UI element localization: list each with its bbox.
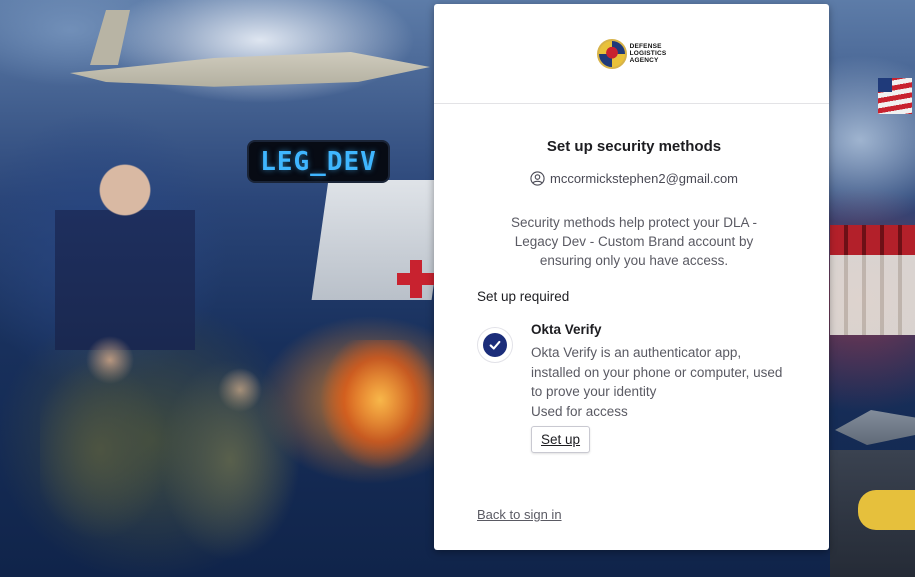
- user-email: mccormickstephen2@gmail.com: [549, 171, 739, 186]
- red-cross-graphic: [397, 273, 435, 285]
- authenticator-usage: Used for access: [531, 403, 628, 419]
- card-body: Set up security methods mccormickstephen…: [434, 138, 829, 453]
- setup-button[interactable]: Set up: [531, 426, 591, 453]
- soldiers-graphic: [40, 330, 300, 577]
- okta-verify-logo: [477, 327, 513, 363]
- brand-logo: DEFENSE LOGISTICS AGENCY: [596, 38, 667, 69]
- back-to-sign-in-link[interactable]: Back to sign in: [477, 507, 562, 522]
- page-title: Set up security methods: [546, 138, 722, 155]
- authenticator-description: Okta Verify is an authenticator app, ins…: [531, 345, 783, 399]
- card-header: DEFENSE LOGISTICS AGENCY: [434, 4, 829, 104]
- worker-graphic: [55, 150, 195, 350]
- brand-line-2: LOGISTICS: [629, 50, 667, 57]
- section-label: Set up required: [477, 289, 570, 304]
- brand-line-1: DEFENSE: [629, 43, 662, 50]
- user-identity: mccormickstephen2@gmail.com: [477, 171, 791, 186]
- vial-caps-graphic: [830, 225, 915, 255]
- authenticator-okta-verify: Okta Verify Okta Verify is an authentica…: [477, 322, 791, 453]
- brand-text: DEFENSE LOGISTICS AGENCY: [630, 43, 667, 64]
- login-card: DEFENSE LOGISTICS AGENCY Set up security…: [434, 4, 829, 550]
- yellow-equipment-graphic: [858, 490, 915, 530]
- environment-badge: LEG_DEV: [247, 140, 390, 183]
- dla-seal-icon: [596, 38, 627, 69]
- authenticator-name: Okta Verify: [531, 322, 602, 337]
- authenticator-info: Okta Verify Okta Verify is an authentica…: [531, 322, 791, 453]
- user-icon: [530, 171, 545, 186]
- okta-verify-icon: [483, 333, 507, 357]
- firefighters-graphic: [290, 340, 435, 510]
- brand-line-3: AGENCY: [629, 57, 659, 64]
- flag-canton-graphic: [878, 78, 892, 92]
- security-description: Security methods help protect your DLA -…: [510, 215, 758, 268]
